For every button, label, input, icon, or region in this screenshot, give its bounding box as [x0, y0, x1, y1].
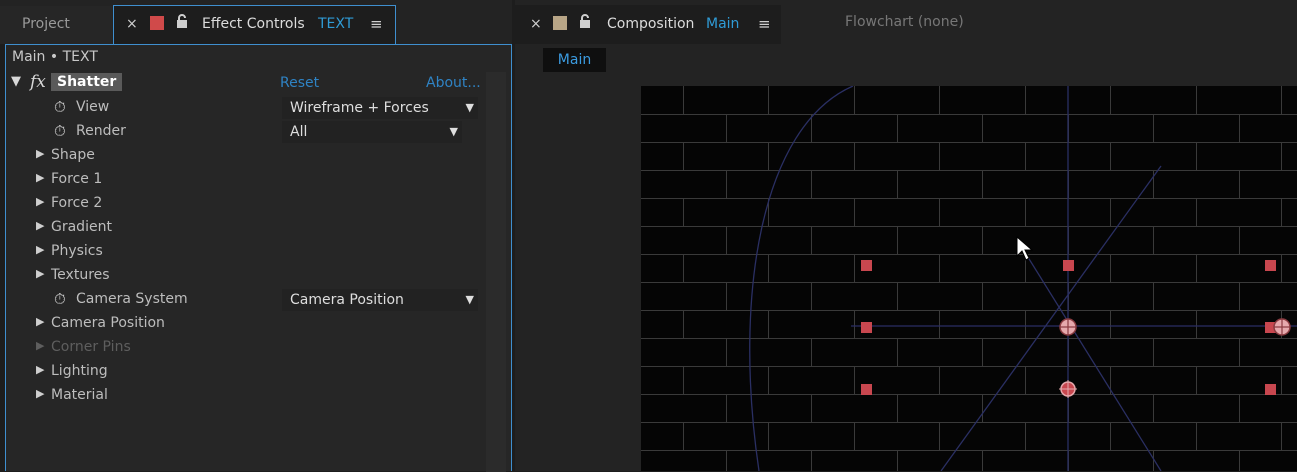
- tab-effect-controls-label: Effect Controls: [202, 16, 305, 32]
- lock-icon[interactable]: [579, 14, 591, 33]
- dropdown-value: All: [290, 124, 308, 140]
- property-label: Camera Position: [51, 315, 165, 331]
- close-icon[interactable]: ×: [530, 16, 542, 32]
- dropdown-value: Camera Position: [290, 292, 404, 308]
- panel-scrollbar[interactable]: [486, 72, 506, 472]
- camera-system-dropdown[interactable]: Camera Position ▼: [282, 289, 478, 311]
- effect-header-row: ▼ fx Shatter Reset About...: [6, 72, 486, 96]
- tab-effect-controls-layer: TEXT: [318, 16, 354, 32]
- effect-controls-panel: Main • TEXT ▼ fx Shatter Reset About... …: [5, 44, 512, 472]
- twirl-triangle-icon[interactable]: ▶: [36, 219, 44, 232]
- twirl-triangle-icon[interactable]: ▶: [36, 243, 44, 256]
- tab-composition[interactable]: × Composition Main ≡: [515, 5, 781, 44]
- tab-flowchart-value: (none): [917, 14, 964, 30]
- property-label: Gradient: [51, 219, 112, 235]
- mouse-cursor-icon: [1016, 235, 1034, 266]
- property-row-camera-system: ⏱ Camera System Camera Position ▼: [6, 288, 486, 312]
- twirl-triangle-icon[interactable]: ▶: [36, 195, 44, 208]
- panel-menu-icon[interactable]: ≡: [370, 15, 383, 33]
- composition-canvas[interactable]: [641, 86, 1297, 471]
- property-label: Textures: [51, 267, 110, 283]
- tab-project[interactable]: Project: [0, 6, 112, 44]
- reset-link[interactable]: Reset: [280, 75, 319, 91]
- twirl-triangle-icon: ▶: [36, 339, 45, 352]
- stopwatch-icon[interactable]: ⏱: [54, 122, 66, 140]
- twirl-triangle-icon[interactable]: ▶: [36, 171, 44, 184]
- composition-nav-main[interactable]: Main: [543, 48, 606, 72]
- tab-composition-label: Composition: [607, 16, 695, 32]
- property-group-gradient[interactable]: ▶ Gradient: [6, 216, 486, 240]
- twirl-triangle-icon[interactable]: ▶: [36, 315, 44, 328]
- tab-flowchart[interactable]: Flowchart (none): [845, 14, 964, 30]
- dropdown-arrow-icon: ▼: [465, 101, 474, 114]
- property-label: Shape: [51, 147, 95, 163]
- effect-name[interactable]: Shatter: [51, 73, 123, 91]
- property-group-material[interactable]: ▶ Material: [6, 384, 486, 408]
- property-label: Corner Pins: [51, 339, 131, 355]
- twirl-triangle-icon[interactable]: ▶: [36, 387, 44, 400]
- left-tab-bar: Project × Effect Controls TEXT ≡: [0, 0, 512, 45]
- twirl-triangle-icon[interactable]: ▶: [36, 267, 44, 280]
- about-link[interactable]: About...: [426, 75, 481, 91]
- property-label: Physics: [51, 243, 103, 259]
- property-group-shape[interactable]: ▶ Shape: [6, 144, 486, 168]
- property-group-force-1[interactable]: ▶ Force 1: [6, 168, 486, 192]
- property-row-view: ⏱ View Wireframe + Forces ▼: [6, 96, 486, 120]
- tab-flowchart-label: Flowchart: [845, 14, 914, 30]
- close-icon[interactable]: ×: [126, 16, 138, 32]
- label-color-swatch[interactable]: [553, 16, 567, 30]
- twirl-triangle-icon[interactable]: ▶: [36, 363, 44, 376]
- property-label: Force 2: [51, 195, 103, 211]
- view-dropdown[interactable]: Wireframe + Forces ▼: [282, 97, 478, 119]
- property-group-textures[interactable]: ▶ Textures: [6, 264, 486, 288]
- property-label: View: [76, 99, 110, 115]
- property-group-force-2[interactable]: ▶ Force 2: [6, 192, 486, 216]
- dropdown-arrow-icon: ▼: [465, 293, 474, 306]
- label-color-swatch[interactable]: [150, 16, 164, 30]
- fx-icon[interactable]: fx: [30, 72, 46, 92]
- twirl-triangle-icon[interactable]: ▼: [11, 74, 21, 89]
- stopwatch-icon[interactable]: ⏱: [54, 98, 66, 116]
- right-tab-bar: × Composition Main ≡ Flowchart (none): [515, 0, 1297, 44]
- property-label: Force 1: [51, 171, 103, 187]
- tab-composition-name: Main: [706, 16, 740, 32]
- twirl-triangle-icon[interactable]: ▶: [36, 147, 44, 160]
- panel-menu-icon[interactable]: ≡: [758, 15, 771, 33]
- property-group-corner-pins: ▶ Corner Pins: [6, 336, 486, 360]
- property-label: Material: [51, 387, 108, 403]
- shatter-wireframe-preview: [641, 86, 1297, 471]
- breadcrumb: Main • TEXT: [12, 49, 98, 65]
- tab-project-label: Project: [22, 16, 70, 32]
- lock-icon[interactable]: [176, 14, 188, 33]
- property-label: Render: [76, 123, 126, 139]
- property-group-physics[interactable]: ▶ Physics: [6, 240, 486, 264]
- composition-viewer: Main: [515, 44, 1297, 471]
- render-dropdown[interactable]: All ▼: [282, 121, 462, 143]
- dropdown-value: Wireframe + Forces: [290, 100, 429, 116]
- tab-effect-controls[interactable]: × Effect Controls TEXT ≡: [113, 5, 396, 45]
- stopwatch-icon[interactable]: ⏱: [54, 290, 66, 308]
- property-label: Lighting: [51, 363, 108, 379]
- property-label: Camera System: [76, 291, 188, 307]
- dropdown-arrow-icon: ▼: [449, 125, 458, 138]
- property-group-lighting[interactable]: ▶ Lighting: [6, 360, 486, 384]
- property-group-camera-position[interactable]: ▶ Camera Position: [6, 312, 486, 336]
- property-row-render: ⏱ Render All ▼: [6, 120, 486, 144]
